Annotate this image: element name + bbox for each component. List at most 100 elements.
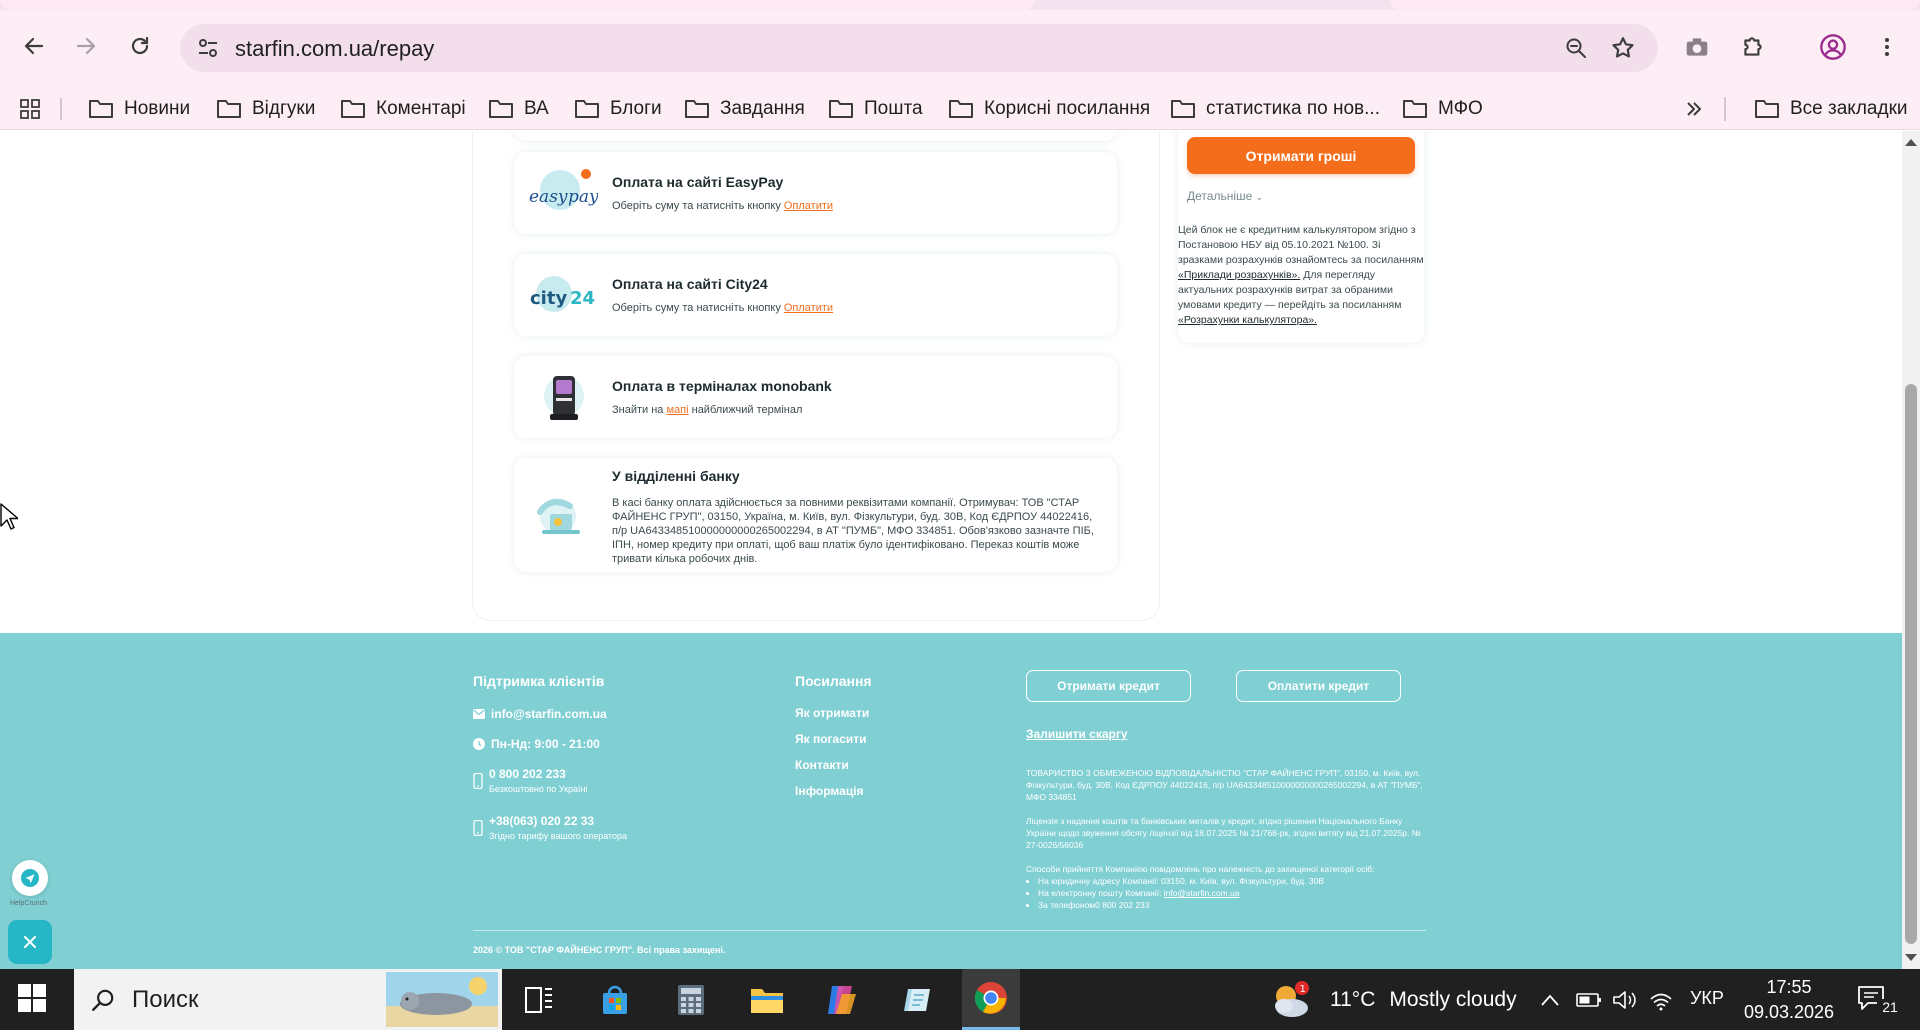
footer-link-information[interactable]: Інформація [795, 784, 864, 798]
bookmark-folder-novyny[interactable]: Новини [88, 88, 190, 130]
chat-widget-button[interactable] [12, 860, 48, 896]
all-bookmarks-button[interactable]: Все закладки [1754, 88, 1908, 130]
scroll-down-arrow-icon[interactable] [1904, 953, 1918, 963]
language-indicator[interactable]: УКР [1690, 988, 1724, 1009]
pay-easypay-link[interactable]: Оплатити [784, 200, 833, 212]
leave-complaint-link[interactable]: Залишити скаргу [1026, 727, 1128, 741]
taskbar-search[interactable]: Поиск [74, 969, 502, 1030]
apps-grid-icon [20, 99, 40, 119]
weather-badge: 1 [1300, 984, 1306, 995]
payment-method-desc: Оберіть суму та натисніть кнопку Оплатит… [612, 301, 1099, 315]
hours-text: Пн-Нд: 9:00 - 21:00 [491, 737, 600, 751]
search-icon [92, 989, 114, 1011]
url-text[interactable]: starfin.com.ua/repay [235, 36, 434, 62]
volume-indicator[interactable] [1612, 969, 1638, 1030]
arrow-left-icon [24, 37, 44, 55]
scroll-up-arrow-icon[interactable] [1904, 137, 1918, 147]
forward-button[interactable] [66, 26, 106, 66]
reload-button[interactable] [120, 26, 160, 66]
task-view-button[interactable] [510, 969, 568, 1030]
footer-divider [473, 930, 1426, 931]
phone-text: 0 800 202 233 [489, 767, 566, 781]
terminal-icon [544, 376, 584, 420]
desc-text: Оберіть суму та натисніть кнопку [612, 302, 784, 314]
pay-city24-link[interactable]: Оплатити [784, 302, 833, 314]
details-link[interactable]: Детальніше ⌄ [1187, 189, 1263, 203]
taskbar-app-chrome[interactable] [962, 969, 1020, 1030]
notes-app-icon [904, 988, 930, 1011]
send-icon [21, 869, 39, 887]
search-placeholder: Поиск [132, 985, 199, 1013]
bookmark-folder-va[interactable]: ВА [488, 88, 549, 130]
support-phone-free[interactable]: 0 800 202 233 Безкоштовно по Україні [473, 767, 588, 794]
browser-menu-button[interactable] [1870, 30, 1904, 64]
calculation-examples-link[interactable]: «Приклади розрахунків». [1178, 269, 1300, 281]
get-credit-button[interactable]: Отримати кредит [1026, 670, 1191, 702]
address-bar[interactable]: starfin.com.ua/repay [180, 24, 1658, 72]
get-money-button[interactable]: Отримати гроші [1187, 137, 1415, 174]
windows-taskbar: Поиск 1 11°C Mostly cloudy УКР 17:55 09.… [0, 969, 1920, 1030]
active-tab[interactable] [0, 0, 1035, 10]
footer-link-contacts[interactable]: Контакти [795, 758, 849, 772]
profile-avatar-icon [1820, 34, 1846, 60]
bookmark-folder-mfo[interactable]: МФО [1402, 88, 1483, 130]
bookmark-label: статистика по нов... [1206, 98, 1380, 119]
close-icon [24, 936, 36, 948]
footer-link-how-to-repay[interactable]: Як погасити [795, 732, 867, 746]
envelope-icon [473, 709, 485, 719]
weather-widget[interactable]: 1 11°C Mostly cloudy [1270, 969, 1517, 1030]
screenshot-button[interactable] [1680, 30, 1714, 64]
phone-note: Згідно тарифу вашого оператора [489, 831, 628, 841]
clock-time: 17:55 [1766, 977, 1812, 997]
battery-indicator[interactable] [1576, 969, 1602, 1030]
site-info-icon[interactable] [196, 36, 220, 60]
taskbar-app-calculator[interactable] [662, 969, 720, 1030]
bookmarks-overflow-button[interactable] [1684, 88, 1704, 130]
bookmark-label: Блоги [610, 98, 662, 119]
protected-category-heading: Способи прийняття Компанією повідомлень … [1026, 864, 1375, 874]
taskbar-app-copilot[interactable] [812, 969, 870, 1030]
footer-link-how-to-get[interactable]: Як отримати [795, 706, 869, 720]
calculator-calculations-link[interactable]: «Розрахунки калькулятора». [1178, 314, 1317, 326]
bookmark-folder-poshta[interactable]: Пошта [828, 88, 923, 130]
terminal-map-link[interactable]: мапі [666, 404, 688, 416]
zoom-icon[interactable] [1564, 36, 1588, 60]
chrome-icon [974, 981, 1007, 1014]
profile-button[interactable] [1816, 30, 1850, 64]
support-email[interactable]: info@starfin.com.ua [473, 707, 607, 721]
windows-start-icon[interactable] [18, 984, 46, 1012]
support-phone-mobile[interactable]: +38(063) 020 22 33 Згідно тарифу вашого о… [473, 814, 627, 841]
bookmark-label: Завдання [720, 98, 805, 119]
scrollbar-thumb[interactable] [1905, 384, 1917, 944]
payment-method-desc: В касі банку оплата здійснюється за повн… [612, 497, 1094, 565]
bookmark-folder-komentari[interactable]: Коментарі [340, 88, 466, 130]
pay-credit-button[interactable]: Оплатити кредит [1236, 670, 1401, 702]
desc-text: найближчий термінал [688, 404, 803, 416]
list-item-text: На електронну пошту Компанії: [1038, 888, 1164, 898]
folder-icon [1755, 100, 1779, 118]
bookmark-folder-korysni[interactable]: Корисні посилання [948, 88, 1150, 130]
bookmark-folder-statystyka[interactable]: статистика по нов... [1170, 88, 1380, 130]
network-indicator[interactable] [1648, 969, 1674, 1030]
browser-tab[interactable] [1390, 0, 1920, 10]
bookmark-folder-blogy[interactable]: Блоги [574, 88, 662, 130]
taskbar-clock[interactable]: 17:55 09.03.2026 [1728, 975, 1850, 1025]
taskbar-app-file-explorer[interactable] [738, 969, 796, 1030]
bookmarks-separator [1724, 97, 1726, 121]
protected-category-list: На юридичну адресу Компанії: 03150, м. К… [1026, 875, 1426, 911]
mouse-cursor-icon [0, 503, 18, 530]
apps-button[interactable] [18, 88, 42, 130]
bookmark-star-icon[interactable] [1610, 35, 1636, 61]
folder-icon [1171, 100, 1195, 118]
company-email-link[interactable]: info@starfin.com.ua [1164, 888, 1240, 898]
chat-close-button[interactable] [8, 920, 52, 964]
taskbar-app-store[interactable] [586, 969, 644, 1030]
taskbar-app-notes[interactable] [888, 969, 946, 1030]
tray-overflow-button[interactable] [1540, 969, 1560, 1030]
extensions-button[interactable] [1736, 30, 1770, 64]
payment-method-title: Оплата на сайті City24 [612, 276, 768, 292]
bookmark-folder-zavdannya[interactable]: Завдання [684, 88, 805, 130]
back-button[interactable] [14, 26, 54, 66]
list-item: На юридичну адресу Компанії: 03150, м. К… [1038, 875, 1426, 887]
bookmark-folder-vidguky[interactable]: Відгуки [216, 88, 315, 130]
